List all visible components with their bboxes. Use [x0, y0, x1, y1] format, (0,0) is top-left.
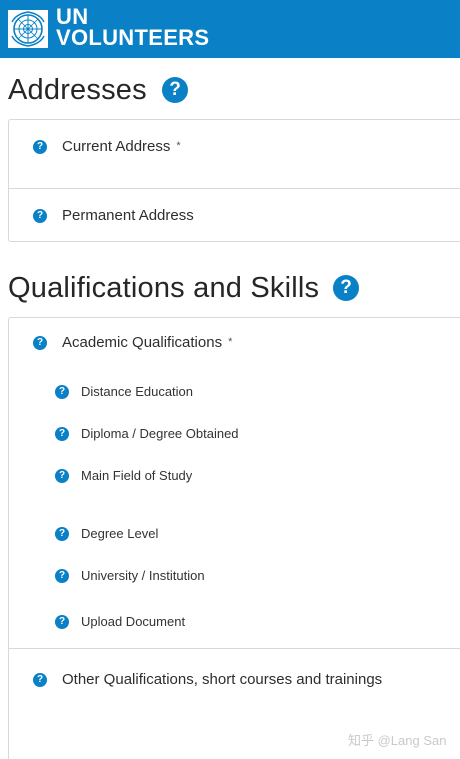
- permanent-address-row[interactable]: ? Permanent Address: [33, 207, 194, 224]
- brand-line-2: VOLUNTEERS: [56, 25, 210, 50]
- diploma-degree-field[interactable]: ? Diploma / Degree Obtained: [55, 426, 239, 441]
- distance-education-label: Distance Education: [81, 384, 194, 399]
- main-field-of-study-label: Main Field of Study: [81, 468, 193, 483]
- permanent-address-help-icon[interactable]: ?: [33, 208, 47, 223]
- required-marker: *: [176, 139, 181, 152]
- degree-level-field[interactable]: ? Degree Level: [55, 526, 158, 541]
- other-qualifications-row[interactable]: ? Other Qualifications, short courses an…: [33, 671, 382, 688]
- main-field-of-study-field[interactable]: ? Main Field of Study: [55, 468, 192, 483]
- current-address-help-icon[interactable]: ?: [33, 139, 47, 154]
- main-field-of-study-help-icon[interactable]: ?: [55, 468, 69, 483]
- qualifications-heading: Qualifications and Skills: [8, 272, 320, 304]
- distance-education-help-icon[interactable]: ?: [55, 384, 69, 399]
- panel-divider: [9, 648, 460, 649]
- current-address-row[interactable]: ? Current Address *: [33, 138, 181, 155]
- academic-qualifications-row[interactable]: ? Academic Qualifications *: [33, 334, 232, 351]
- distance-education-field[interactable]: ? Distance Education: [55, 384, 193, 399]
- other-qualifications-label: Other Qualifications, short courses and …: [62, 671, 383, 688]
- current-address-label: Current Address: [62, 138, 171, 155]
- upload-document-field[interactable]: ? Upload Document: [55, 614, 185, 629]
- university-institution-label: University / Institution: [81, 568, 205, 583]
- upload-document-help-icon[interactable]: ?: [55, 614, 69, 629]
- degree-level-label: Degree Level: [81, 526, 159, 541]
- other-qualifications-help-icon[interactable]: ?: [33, 672, 47, 687]
- addresses-help-icon[interactable]: ?: [162, 77, 188, 103]
- addresses-panel: ? Current Address * ? Permanent Address: [8, 119, 460, 242]
- university-institution-help-icon[interactable]: ?: [55, 568, 69, 583]
- brand-wordmark: UN VOLUNTEERS: [56, 4, 210, 50]
- academic-qualifications-label: Academic Qualifications: [62, 334, 223, 351]
- academic-qualifications-help-icon[interactable]: ?: [33, 335, 47, 350]
- brand-line-1: UN: [56, 4, 89, 29]
- required-marker: *: [228, 335, 233, 348]
- un-emblem-icon: [8, 10, 48, 48]
- watermark-text: 知乎 @Lang San: [348, 733, 447, 748]
- addresses-heading: Addresses: [8, 74, 147, 106]
- top-header-bar: UN VOLUNTEERS: [0, 0, 460, 58]
- qualifications-help-icon[interactable]: ?: [333, 275, 359, 301]
- permanent-address-label: Permanent Address: [62, 207, 194, 224]
- upload-document-label: Upload Document: [81, 614, 186, 629]
- panel-divider: [9, 188, 460, 189]
- diploma-degree-help-icon[interactable]: ?: [55, 426, 69, 441]
- university-institution-field[interactable]: ? University / Institution: [55, 568, 205, 583]
- diploma-degree-label: Diploma / Degree Obtained: [81, 426, 239, 441]
- degree-level-help-icon[interactable]: ?: [55, 526, 69, 541]
- qualifications-panel: ? Academic Qualifications * ? Distance E…: [8, 317, 460, 759]
